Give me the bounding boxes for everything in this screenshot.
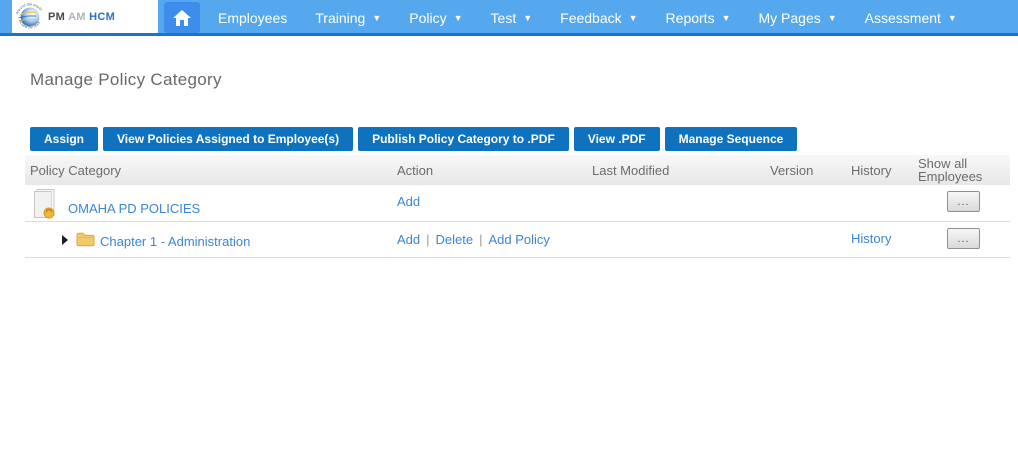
- chevron-down-icon: ▼: [453, 13, 463, 23]
- menu-item-test[interactable]: Test ▼: [491, 10, 533, 26]
- toolbar: Assign View Policies Assigned to Employe…: [30, 127, 798, 151]
- policy-category-link[interactable]: OMAHA PD POLICIES: [68, 201, 200, 216]
- add-link[interactable]: Add: [397, 232, 420, 247]
- history-link[interactable]: History: [851, 231, 891, 246]
- expand-arrow-icon[interactable]: [62, 235, 68, 245]
- header-action: Action: [397, 163, 434, 178]
- header-last-modified: Last Modified: [592, 163, 670, 178]
- home-button[interactable]: [164, 2, 200, 33]
- table-row: Chapter 1 - Administration Add | Delete | Ad…: [25, 222, 1010, 258]
- page: Around the world Around the clock PM AM …: [0, 0, 1018, 451]
- logo-text: PM AM HCM: [48, 10, 116, 23]
- show-all-employees-button[interactable]: ...: [947, 191, 980, 212]
- menu-item-feedback[interactable]: Feedback ▼: [560, 10, 637, 26]
- menu-item-training[interactable]: Training ▼: [315, 10, 381, 26]
- policy-category-link[interactable]: Chapter 1 - Administration: [100, 234, 250, 249]
- table-row: OMAHA PD POLICIES Add ...: [25, 185, 1010, 222]
- menu-item-assessment[interactable]: Assessment ▼: [865, 10, 957, 26]
- view-pdf-button[interactable]: View .PDF: [573, 127, 660, 151]
- chevron-down-icon: ▼: [721, 13, 731, 23]
- add-policy-link[interactable]: Add Policy: [489, 232, 550, 247]
- header-history: History: [851, 163, 892, 178]
- show-all-employees-button[interactable]: ...: [947, 228, 980, 249]
- assign-button[interactable]: Assign: [30, 127, 99, 151]
- chevron-down-icon: ▼: [947, 13, 957, 23]
- chevron-down-icon: ▼: [523, 13, 533, 23]
- folder-icon: [76, 232, 95, 247]
- header-show-all-employees: Show all Employees: [918, 156, 983, 184]
- view-policies-assigned-button[interactable]: View Policies Assigned to Employee(s): [103, 127, 354, 151]
- header-policy-category: Policy Category: [30, 163, 122, 178]
- menu-item-employees[interactable]: Employees: [218, 10, 287, 26]
- brand-logo[interactable]: Around the world Around the clock PM AM …: [12, 0, 158, 33]
- policy-category-table: Policy Category Action Last Modified Ver…: [25, 155, 1010, 258]
- policy-document-icon: [34, 189, 55, 219]
- globe-logo-icon: Around the world Around the clock: [15, 2, 43, 29]
- chevron-down-icon: ▼: [827, 13, 837, 23]
- home-icon: [173, 9, 191, 26]
- header-version: Version: [770, 163, 814, 178]
- chevron-down-icon: ▼: [628, 13, 638, 23]
- table-header-row: Policy Category Action Last Modified Ver…: [25, 155, 1010, 185]
- add-link[interactable]: Add: [397, 194, 420, 209]
- chevron-down-icon: ▼: [372, 13, 382, 23]
- menu-item-policy[interactable]: Policy ▼: [409, 10, 462, 26]
- menu-item-my-pages[interactable]: My Pages ▼: [759, 10, 837, 26]
- manage-sequence-button[interactable]: Manage Sequence: [664, 127, 798, 151]
- publish-policy-category-pdf-button[interactable]: Publish Policy Category to .PDF: [358, 127, 569, 151]
- separator: |: [479, 232, 483, 247]
- delete-link[interactable]: Delete: [436, 232, 474, 247]
- menu-item-reports[interactable]: Reports ▼: [666, 10, 731, 26]
- top-navbar: Around the world Around the clock PM AM …: [0, 0, 1018, 36]
- separator: |: [426, 232, 430, 247]
- page-title: Manage Policy Category: [30, 70, 222, 89]
- main-menu: Employees Training ▼ Policy ▼ Test ▼ Fee…: [218, 0, 957, 36]
